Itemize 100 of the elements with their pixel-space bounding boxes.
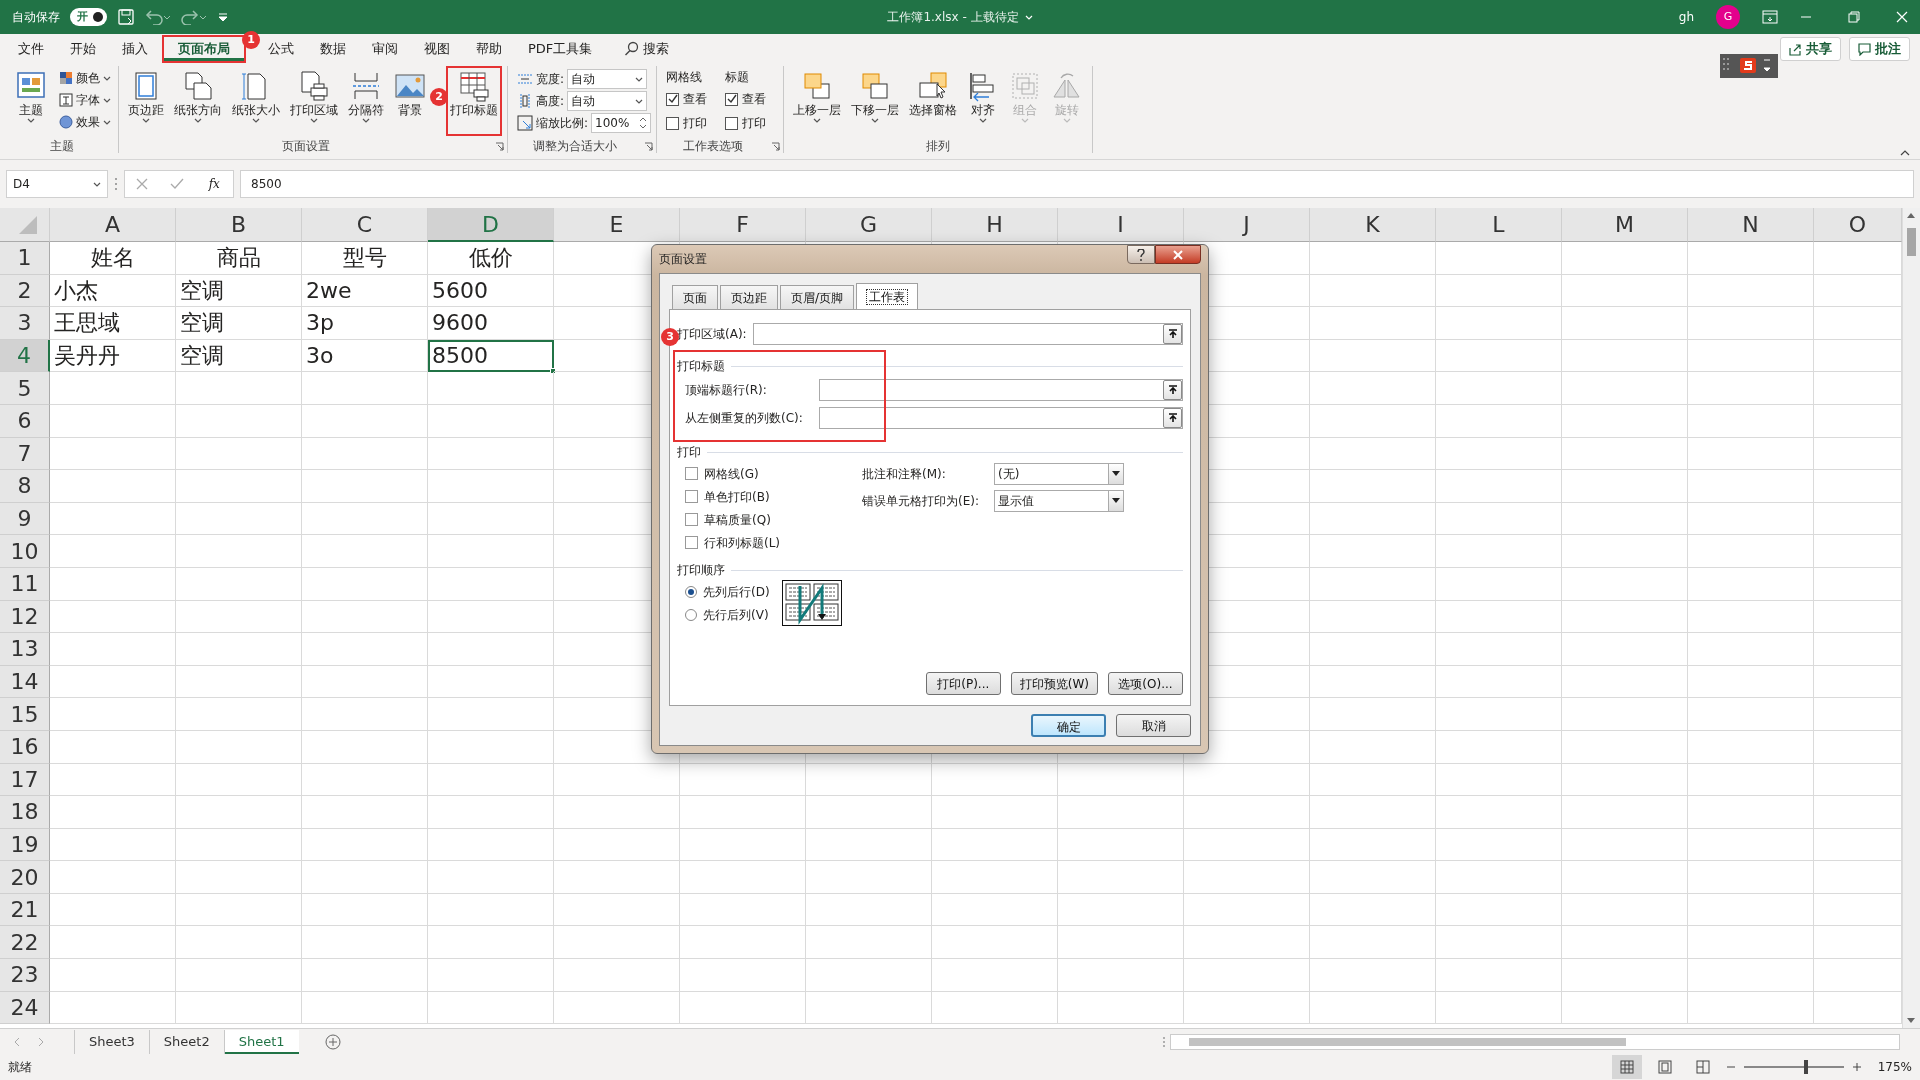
table-cell[interactable] <box>1688 796 1814 829</box>
table-cell[interactable] <box>1562 437 1688 471</box>
table-cell[interactable] <box>806 828 932 862</box>
row-header[interactable]: 9 <box>0 502 50 536</box>
table-cell[interactable] <box>302 437 428 471</box>
row-header[interactable]: 16 <box>0 730 50 764</box>
row-header[interactable]: 3 <box>0 307 50 340</box>
checkbox[interactable]: 打印 <box>666 112 708 134</box>
table-cell[interactable] <box>1184 861 1310 894</box>
table-cell[interactable] <box>554 926 680 960</box>
table-cell[interactable] <box>1436 339 1562 373</box>
ribbon-button[interactable]: 效果 <box>57 112 113 132</box>
ribbon-button[interactable]: 纸张大小 <box>228 66 284 126</box>
table-cell[interactable] <box>176 698 302 731</box>
table-cell[interactable] <box>680 796 806 829</box>
table-cell[interactable] <box>50 828 176 862</box>
enter-icon[interactable] <box>170 178 185 190</box>
table-cell[interactable] <box>1310 535 1436 568</box>
collapse-button[interactable] <box>1163 408 1182 428</box>
table-cell[interactable] <box>1562 600 1688 634</box>
dialog-launcher-icon[interactable] <box>644 142 654 151</box>
table-cell[interactable] <box>1058 828 1184 862</box>
table-cell[interactable] <box>1436 470 1562 503</box>
row-header[interactable]: 17 <box>0 763 50 797</box>
column-header[interactable]: G <box>806 208 932 242</box>
table-cell[interactable] <box>428 861 554 894</box>
row-header[interactable]: 5 <box>0 372 50 405</box>
table-cell[interactable]: 5600 <box>428 274 554 308</box>
table-cell[interactable]: 小杰 <box>50 274 176 308</box>
column-header[interactable]: H <box>932 208 1058 242</box>
table-cell[interactable] <box>428 926 554 960</box>
table-cell[interactable] <box>428 437 554 471</box>
table-cell[interactable] <box>1436 404 1562 438</box>
table-cell[interactable] <box>428 763 554 797</box>
column-header[interactable]: M <box>1562 208 1688 242</box>
row-header[interactable]: 12 <box>0 600 50 634</box>
dialog-tab[interactable]: 页边距 <box>720 285 778 309</box>
table-cell[interactable] <box>428 959 554 992</box>
dropdown-field[interactable]: 自动 <box>567 69 648 89</box>
collapse-button[interactable] <box>1163 324 1182 344</box>
column-header[interactable]: J <box>1184 208 1310 242</box>
table-cell[interactable] <box>1058 861 1184 894</box>
table-cell[interactable] <box>1688 828 1814 862</box>
table-cell[interactable] <box>302 730 428 764</box>
table-cell[interactable]: 商品 <box>176 242 302 275</box>
dialog-tab[interactable]: 页面 <box>672 285 718 309</box>
table-cell[interactable] <box>428 535 554 568</box>
column-header[interactable]: N <box>1688 208 1814 242</box>
table-cell[interactable] <box>1058 893 1184 927</box>
search-button[interactable]: 搜索 <box>622 38 672 60</box>
undo-icon[interactable] <box>145 9 171 25</box>
table-cell[interactable] <box>1184 959 1310 992</box>
radio-button[interactable]: 先行后列(V) <box>677 603 770 626</box>
table-cell[interactable] <box>1436 274 1562 308</box>
table-cell[interactable] <box>1562 861 1688 894</box>
ribbon-tab[interactable]: 审阅 <box>360 35 410 63</box>
table-cell[interactable] <box>1562 959 1688 992</box>
table-cell[interactable] <box>176 926 302 960</box>
table-cell[interactable] <box>1184 763 1310 797</box>
table-cell[interactable] <box>302 567 428 601</box>
ribbon-button[interactable]: 背景 <box>390 66 430 120</box>
column-header[interactable]: O <box>1814 208 1902 242</box>
table-cell[interactable] <box>1562 404 1688 438</box>
row-header[interactable]: 21 <box>0 893 50 927</box>
row-header[interactable]: 11 <box>0 567 50 601</box>
table-cell[interactable] <box>554 763 680 797</box>
row-header[interactable]: 10 <box>0 535 50 568</box>
table-cell[interactable] <box>1310 665 1436 699</box>
dialog-button[interactable]: 选项(O)... <box>1108 672 1183 695</box>
table-cell[interactable] <box>1436 665 1562 699</box>
table-cell[interactable] <box>176 959 302 992</box>
row-header[interactable]: 4 <box>0 339 50 373</box>
row-header[interactable]: 8 <box>0 470 50 503</box>
save-icon[interactable] <box>117 8 135 26</box>
table-cell[interactable] <box>1436 633 1562 666</box>
table-cell[interactable] <box>1562 926 1688 960</box>
table-cell[interactable] <box>428 828 554 862</box>
table-cell[interactable] <box>1310 698 1436 731</box>
table-cell[interactable]: 吴丹丹 <box>50 339 176 373</box>
table-cell[interactable] <box>806 926 932 960</box>
column-header[interactable]: F <box>680 208 806 242</box>
row-header[interactable]: 7 <box>0 437 50 471</box>
table-cell[interactable] <box>302 698 428 731</box>
table-cell[interactable] <box>50 535 176 568</box>
column-header[interactable]: D <box>428 208 554 242</box>
table-cell[interactable] <box>1562 242 1688 275</box>
dialog-button[interactable]: 打印(P)... <box>925 672 1001 695</box>
dialog-launcher-icon[interactable] <box>771 142 781 151</box>
column-header[interactable]: A <box>50 208 176 242</box>
input-field[interactable] <box>819 407 1183 429</box>
table-cell[interactable] <box>1436 567 1562 601</box>
table-cell[interactable]: 9600 <box>428 307 554 340</box>
checkbox[interactable]: 单色打印(B) <box>677 485 862 508</box>
table-cell[interactable] <box>1562 274 1688 308</box>
table-cell[interactable] <box>1058 796 1184 829</box>
table-cell[interactable]: 空调 <box>176 339 302 373</box>
table-cell[interactable] <box>1562 730 1688 764</box>
table-cell[interactable] <box>806 991 932 1025</box>
table-cell[interactable] <box>1688 274 1814 308</box>
table-cell[interactable] <box>554 861 680 894</box>
